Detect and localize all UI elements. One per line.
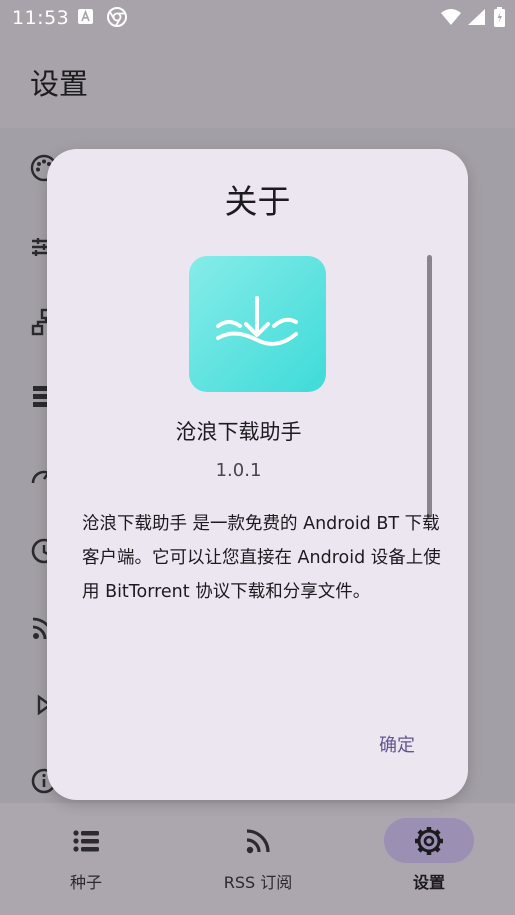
app-logo bbox=[189, 256, 326, 392]
gear-icon bbox=[415, 827, 443, 855]
app-description: 沧浪下载助手 是一款免费的 Android BT 下载客户端。它可以让您直接在 … bbox=[82, 514, 441, 602]
list-icon bbox=[73, 830, 99, 852]
rss-icon bbox=[246, 829, 270, 854]
app-version: 1.0.1 bbox=[215, 460, 262, 481]
text-a-icon bbox=[78, 9, 93, 24]
signal-icon bbox=[468, 9, 485, 25]
wifi-icon bbox=[441, 9, 461, 25]
status-time: 11:53 bbox=[12, 7, 70, 29]
nav-label-settings: 设置 bbox=[412, 873, 445, 892]
app-bar: 设置 bbox=[0, 36, 515, 128]
nav-item-torrents[interactable]: 种子 bbox=[0, 803, 172, 915]
nav-label-torrents: 种子 bbox=[69, 873, 102, 892]
download-wave-icon bbox=[216, 296, 298, 346]
nav-item-rss[interactable]: RSS 订阅 bbox=[172, 803, 344, 915]
chrome-icon bbox=[107, 7, 127, 27]
page-title: 设置 bbox=[30, 67, 89, 101]
bottom-navigation: 种子 RSS 订阅 设置 bbox=[0, 803, 515, 915]
dialog-title: 关于 bbox=[224, 182, 291, 221]
status-bar: 11:53 bbox=[0, 0, 515, 36]
nav-item-settings[interactable]: 设置 bbox=[343, 803, 515, 915]
ok-button[interactable]: 确定 bbox=[352, 724, 442, 768]
nav-label-rss: RSS 订阅 bbox=[223, 873, 293, 892]
about-dialog: 关于 沧浪下载助手 1.0.1 沧浪下载助手 是一款免费的 Android BT… bbox=[47, 149, 468, 800]
app-name: 沧浪下载助手 bbox=[175, 420, 302, 444]
battery-icon bbox=[494, 7, 505, 27]
